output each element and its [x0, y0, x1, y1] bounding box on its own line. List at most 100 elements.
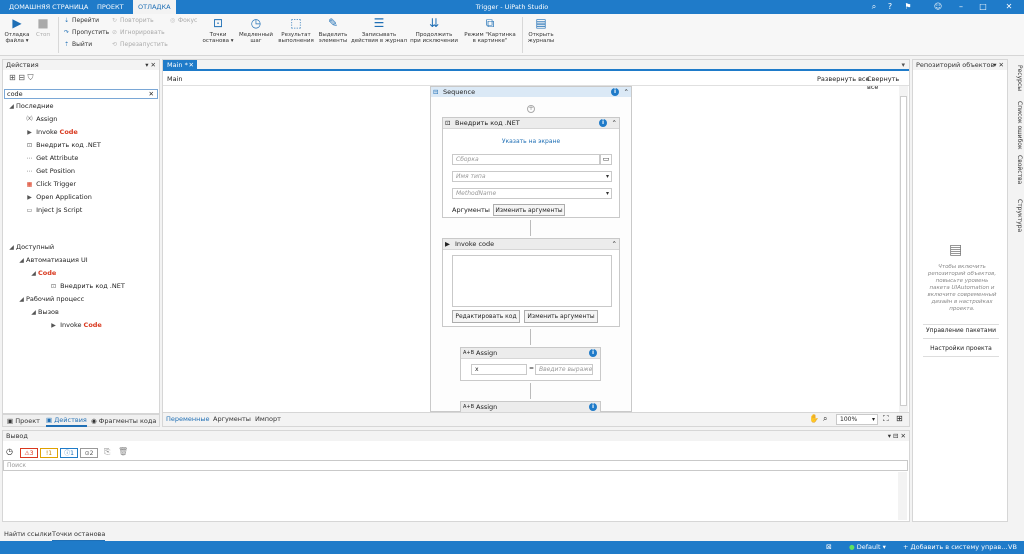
inject-net-activity[interactable]: ⊡ Внедрить код .NET i ⌃ Указать на экране С… — [442, 117, 620, 218]
assign-activity[interactable]: A+BAssign i x = Введите выражение — [460, 347, 601, 381]
step-out-button[interactable]: ⇡ Выйти — [64, 41, 92, 49]
tab-find-references[interactable]: Найти ссылки — [4, 528, 52, 540]
list-item[interactable]: ⊡ Внедрить код .NET — [25, 141, 101, 150]
output-scrollbar[interactable] — [898, 472, 907, 520]
help-icon[interactable]: ? — [884, 1, 896, 13]
fit-screen-icon[interactable]: ⛶ — [883, 414, 889, 424]
edit-arguments-button[interactable]: Изменить аргументы — [493, 204, 565, 216]
info-filter[interactable]: ⓘ1 — [60, 448, 78, 458]
tree-group-ui-automation[interactable]: ◢ Автоматизация UI — [17, 256, 88, 265]
copy-icon[interactable]: ⎘ — [104, 447, 110, 457]
list-item[interactable]: ▭ Inject Js Script — [25, 206, 83, 215]
tree-group-code[interactable]: ◢ Code — [29, 269, 56, 278]
indicate-on-screen-link[interactable]: Указать на экране — [443, 138, 619, 145]
tab-activities-panel[interactable]: ▣ Действия — [46, 415, 87, 427]
edit-code-button[interactable]: Редактировать код — [452, 310, 520, 323]
retry-button[interactable]: ↻ Повторить — [112, 17, 154, 25]
assign-to-field[interactable]: x — [471, 364, 527, 375]
tab-error-list[interactable]: Список ошибок — [1011, 101, 1023, 150]
list-item[interactable]: ▶ Invoke Code — [25, 128, 78, 137]
info-icon[interactable]: i — [589, 349, 597, 357]
assign-value-field[interactable]: Введите выражение — [535, 364, 593, 375]
tab-breakpoints[interactable]: Точки останова — [52, 528, 106, 542]
minimize-icon[interactable]: – — [955, 1, 967, 13]
status-icon[interactable]: ⊠ — [826, 542, 832, 553]
stop-button[interactable]: ■ Стоп — [33, 16, 53, 38]
log-activities-button[interactable]: ☰ Записывать действия в журнал — [350, 16, 408, 44]
tab-home[interactable]: ДОМАШНЯЯ СТРАНИЦА — [4, 0, 93, 14]
dropdown-arrow-icon[interactable]: ▾ — [606, 172, 609, 182]
folder-icon[interactable]: ▭ — [600, 154, 612, 165]
zoom-select[interactable]: 100% ▾ — [836, 414, 878, 425]
ignore-button[interactable]: ⊘ Игнорировать — [112, 29, 165, 37]
assign-activity-2[interactable]: A+B Assign i — [460, 401, 601, 413]
assembly-field[interactable]: Сборка — [452, 154, 600, 165]
open-logs-button[interactable]: ▤ Открыть журналы — [526, 16, 556, 44]
status-default[interactable]: ● Default ▾ — [849, 541, 886, 554]
close-icon[interactable]: ✕ — [1003, 1, 1015, 13]
edit-arguments-button[interactable]: Изменить аргументы — [524, 310, 598, 323]
tab-project[interactable]: ПРОЕКТ — [92, 0, 129, 14]
tab-properties[interactable]: Свойства — [1011, 155, 1023, 184]
warnings-filter[interactable]: !1 — [40, 448, 58, 458]
tab-dropdown-icon[interactable]: ▾ — [901, 60, 905, 71]
collapse-icon[interactable]: ⌃ — [624, 87, 629, 97]
errors-filter[interactable]: ⚠3 — [20, 448, 38, 458]
trace-filter[interactable]: ⊙2 — [80, 448, 98, 458]
list-item[interactable]: ⋯ Get Attribute — [25, 154, 79, 163]
focus-button[interactable]: ◎ Фокус — [170, 17, 197, 25]
list-item[interactable]: ▶ Open Application — [25, 193, 92, 202]
tree-group-workflow[interactable]: ◢ Рабочий процесс — [17, 295, 84, 304]
panel-menu-icon[interactable]: ▾ ✕ — [145, 60, 156, 70]
info-icon[interactable]: i — [599, 119, 607, 127]
invoke-code-activity[interactable]: ▶ Invoke code ⌃ Редактировать код Изменить… — [442, 238, 620, 327]
tree-group-available[interactable]: ◢ Доступный — [7, 243, 54, 252]
manage-packages-button[interactable]: Управление пакетами — [923, 326, 999, 336]
maximize-icon[interactable]: □ — [977, 1, 989, 13]
tab-outline[interactable]: Структура — [1011, 199, 1023, 232]
vertical-scrollbar[interactable] — [899, 86, 908, 412]
breakpoints-button[interactable]: ⊡ Точки останова ▾ — [198, 16, 238, 44]
actions-search-input[interactable]: code ✕ — [4, 89, 158, 99]
list-item[interactable]: ⋯ Get Position — [25, 167, 76, 176]
slow-step-button[interactable]: ◷ Медленный шаг — [237, 16, 275, 44]
panel-menu-icon[interactable]: ▾ ⊟ ✕ — [888, 431, 906, 441]
step-over-button[interactable]: ↷ Пропустить — [64, 29, 109, 37]
sequence-header[interactable]: ⊟ Sequence i ⌃ — [431, 87, 631, 97]
dropdown-arrow-icon[interactable]: ▾ — [606, 189, 609, 199]
notification-icon[interactable]: ⚑ — [902, 1, 914, 13]
info-icon[interactable]: i — [589, 403, 597, 411]
breadcrumb[interactable]: Main — [167, 75, 183, 83]
list-item[interactable]: ▦ Click Trigger — [25, 180, 76, 189]
method-name-field[interactable]: MethodName ▾ — [452, 188, 612, 199]
tab-main[interactable]: Main * ✕ — [163, 60, 197, 71]
picture-in-picture-button[interactable]: ⧉ Режим "Картинка в картинке" — [460, 16, 520, 44]
info-icon[interactable]: i — [611, 88, 619, 96]
tab-imports[interactable]: Импорт — [255, 413, 281, 425]
tab-resources[interactable]: Ресурсы — [1011, 65, 1023, 91]
highlight-elements-button[interactable]: ✎ Выделить элементы — [316, 16, 350, 44]
collapse-icon[interactable]: ⌃ — [612, 239, 617, 250]
tab-variables[interactable]: Переменные — [166, 413, 210, 425]
project-settings-button[interactable]: Настройки проекта — [923, 344, 999, 354]
output-search-input[interactable]: Поиск — [3, 460, 908, 471]
list-item[interactable]: ▶ Invoke Code — [49, 321, 102, 330]
pan-hand-icon[interactable]: ✋ — [809, 414, 819, 423]
trash-icon[interactable]: 🗑 — [118, 447, 128, 456]
type-name-field[interactable]: Имя типа ▾ — [452, 171, 612, 182]
tab-arguments[interactable]: Аргументы — [213, 413, 251, 425]
search-icon[interactable]: ⌕ — [868, 1, 880, 13]
close-tab-icon[interactable]: ✕ — [189, 60, 194, 71]
tab-project-panel[interactable]: ▣ Проект — [7, 415, 40, 427]
step-into-button[interactable]: ⇣ Перейти — [64, 17, 99, 25]
restart-button[interactable]: ⟲ Перезапустить — [112, 41, 168, 49]
tab-debug[interactable]: ОТЛАДКА — [133, 0, 176, 14]
add-activity-icon[interactable]: + — [527, 105, 535, 113]
continue-on-exception-button[interactable]: ⇊ Продолжить при исключении — [408, 16, 460, 44]
sequence-container[interactable]: ⊟ Sequence i ⌃ + ⊡ Внедрить код .NET i ⌃ Указа… — [430, 86, 632, 413]
scrollbar-thumb[interactable] — [900, 96, 907, 406]
tree-group-call[interactable]: ◢ Вызов — [29, 308, 59, 317]
execution-trail-button[interactable]: ⬚ Результат выполнения — [275, 16, 317, 44]
overview-icon[interactable]: ⊞ — [896, 414, 903, 423]
clock-icon[interactable]: ◷ — [6, 447, 13, 456]
